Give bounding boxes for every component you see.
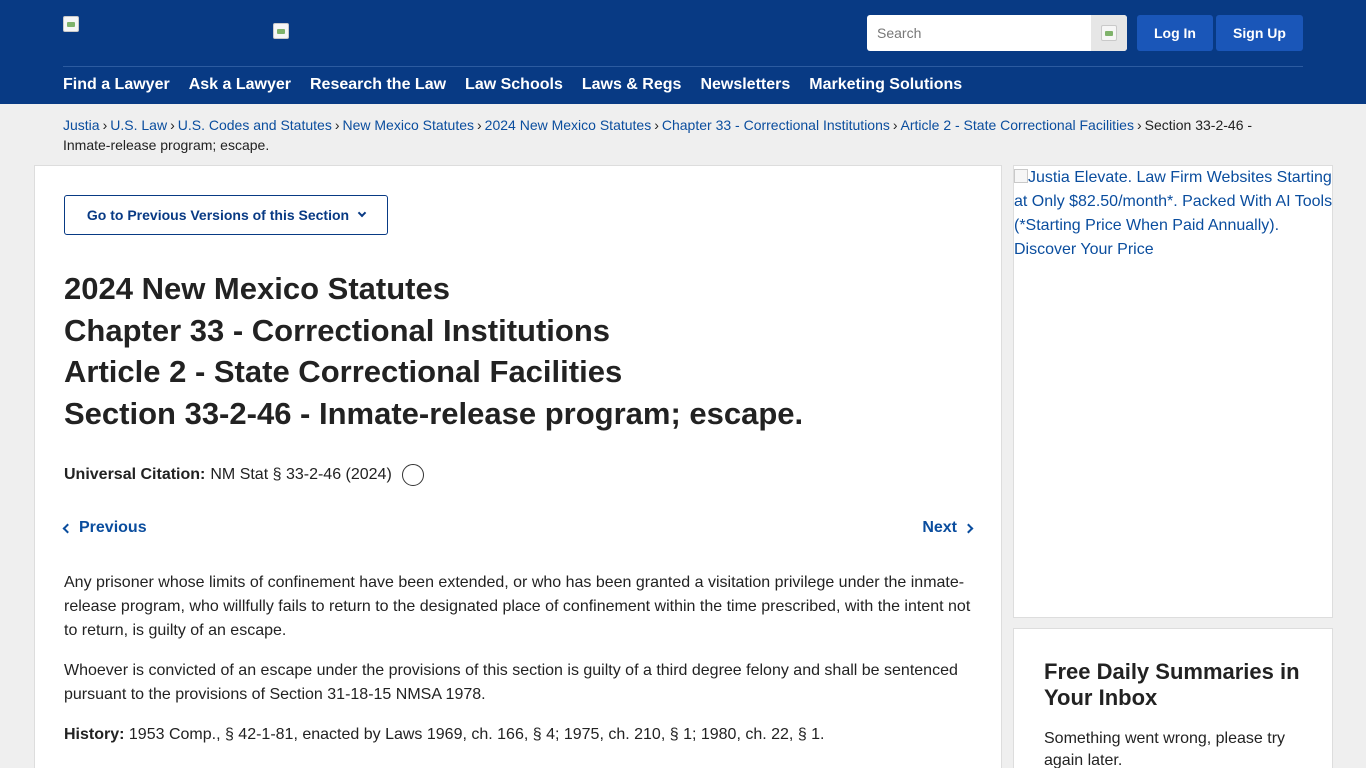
statute-paragraph: Any prisoner whose limits of confinement… <box>64 574 971 639</box>
tagline-image <box>273 23 289 39</box>
title-line: Chapter 33 - Correctional Institutions <box>64 312 611 348</box>
next-section-link[interactable]: Next <box>922 519 974 537</box>
chevron-right-icon <box>963 523 974 533</box>
chevron-left-icon <box>62 523 73 533</box>
breadcrumb-link[interactable]: New Mexico Statutes <box>343 117 475 133</box>
site-header: Log In Sign Up Find a Lawyer Ask a Lawye… <box>0 0 1366 104</box>
breadcrumb-separator: › <box>334 117 340 133</box>
broken-image-icon <box>63 16 79 32</box>
previous-versions-dropdown[interactable]: Go to Previous Versions of this Section <box>64 195 388 235</box>
login-button[interactable]: Log In <box>1137 15 1213 51</box>
search-icon <box>1101 25 1117 41</box>
breadcrumb-separator: › <box>1136 117 1142 133</box>
ad-image-alt-text[interactable]: Justia Elevate. Law Firm Websites Starti… <box>1014 166 1334 262</box>
advertisement[interactable]: Justia Elevate. Law Firm Websites Starti… <box>1013 165 1333 618</box>
previous-label: Previous <box>79 519 147 536</box>
citation-value: NM Stat § 33-2-46 (2024) <box>210 466 392 483</box>
history-label: History: <box>64 726 125 743</box>
nav-newsletters[interactable]: Newsletters <box>700 76 790 96</box>
title-line: Section 33-2-46 - Inmate-release program… <box>64 395 804 431</box>
ad-alt-text: Justia Elevate. Law Firm Websites Starti… <box>1014 169 1333 258</box>
title-line: Article 2 - State Correctional Facilitie… <box>64 354 623 389</box>
breadcrumb-link[interactable]: 2024 New Mexico Statutes <box>485 117 652 133</box>
nav-find-a-lawyer[interactable]: Find a Lawyer <box>63 76 170 96</box>
signup-button[interactable]: Sign Up <box>1216 15 1303 51</box>
broken-image-icon <box>273 23 289 39</box>
search-box <box>867 15 1127 51</box>
breadcrumb-link[interactable]: Chapter 33 - Correctional Institutions <box>662 117 890 133</box>
breadcrumb-link[interactable]: Justia <box>63 117 100 133</box>
newsletter-signup: Free Daily Summaries in Your Inbox Somet… <box>1013 628 1333 768</box>
page-title: 2024 New Mexico Statutes Chapter 33 - Co… <box>64 268 964 434</box>
chevron-down-icon <box>357 208 367 218</box>
breadcrumb: Justia › U.S. Law › U.S. Codes and Statutes ›… <box>63 115 1283 155</box>
breadcrumb-separator: › <box>102 117 108 133</box>
breadcrumb-separator: › <box>892 117 898 133</box>
breadcrumb-link[interactable]: U.S. Codes and Statutes <box>178 117 332 133</box>
main-nav: Find a Lawyer Ask a Lawyer Research the … <box>63 76 981 96</box>
statute-text: Any prisoner whose limits of confinement… <box>64 571 974 763</box>
nav-research-the-law[interactable]: Research the Law <box>310 76 446 96</box>
newsletter-title: Free Daily Summaries in Your Inbox <box>1044 659 1300 710</box>
title-line: 2024 New Mexico Statutes <box>64 271 450 306</box>
breadcrumb-link[interactable]: U.S. Law <box>110 117 167 133</box>
history-line: History: 1953 Comp., § 42-1-81, enacted … <box>64 723 974 747</box>
previous-section-link[interactable]: Previous <box>62 519 147 537</box>
next-label: Next <box>922 519 957 536</box>
statute-paragraph: Whoever is convicted of an escape under … <box>64 662 958 703</box>
universal-citation: Universal Citation: NM Stat § 33-2-46 (2… <box>64 464 424 486</box>
citation-info-icon[interactable] <box>401 464 424 486</box>
breadcrumb-separator: › <box>170 117 175 133</box>
newsletter-error-message: Something went wrong, please try again l… <box>1044 730 1286 768</box>
breadcrumb-separator: › <box>654 117 659 133</box>
breadcrumb-separator: › <box>477 117 482 133</box>
nav-marketing-solutions[interactable]: Marketing Solutions <box>809 76 962 96</box>
breadcrumb-link[interactable]: Article 2 - State Correctional Facilitie… <box>901 117 1134 133</box>
nav-law-schools[interactable]: Law Schools <box>465 76 563 96</box>
header-divider <box>63 66 1303 67</box>
justia-logo-image[interactable] <box>63 16 79 32</box>
statute-content: Go to Previous Versions of this Section … <box>34 165 1002 768</box>
previous-versions-label: Go to Previous Versions of this Section <box>86 207 350 223</box>
nav-laws-regs[interactable]: Laws & Regs <box>582 76 682 96</box>
nav-ask-a-lawyer[interactable]: Ask a Lawyer <box>189 76 291 96</box>
history-value: 1953 Comp., § 42-1-81, enacted by Laws 1… <box>128 726 825 743</box>
citation-label: Universal Citation: <box>64 466 206 483</box>
search-button[interactable] <box>1091 15 1127 51</box>
search-input[interactable] <box>867 15 1091 51</box>
broken-image-icon <box>1014 169 1028 183</box>
